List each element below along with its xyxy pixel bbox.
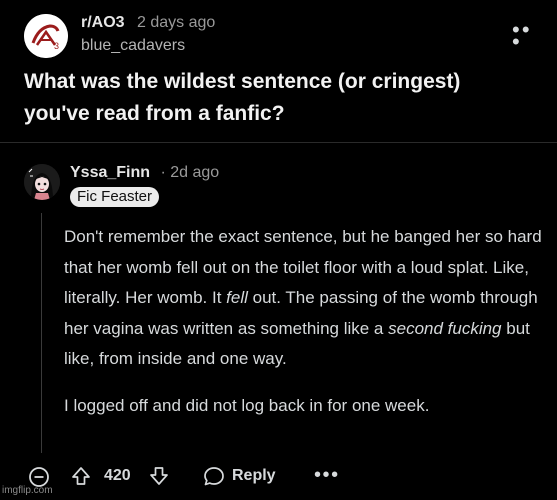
divider (0, 142, 557, 143)
post-header: 3 r/AO3 2 days ago blue_cadavers • • • (24, 12, 534, 58)
ellipsis-icon[interactable]: • • • (314, 464, 338, 487)
post-time: 2 days ago (137, 14, 216, 31)
subreddit-name[interactable]: r/AO3 (81, 14, 125, 31)
comment-emphasis: second fucking (388, 318, 502, 338)
comment-meta: Yssa_Finn · 2d ago (70, 164, 219, 182)
comment-paragraph: Don't remember the exact sentence, but h… (64, 222, 544, 375)
reply-icon[interactable] (202, 465, 226, 492)
upvote-icon[interactable] (70, 465, 92, 492)
subreddit-avatar[interactable]: 3 (24, 14, 68, 58)
comment-emphasis: fell (226, 288, 248, 307)
comment-separator: · (160, 164, 166, 181)
ellipsis-icon[interactable]: • • • (512, 19, 534, 53)
comment-time: 2d ago (170, 164, 220, 181)
user-flair: Fic Feaster (70, 187, 160, 207)
comment-username[interactable]: Yssa_Finn (70, 164, 150, 181)
comment-body: Don't remember the exact sentence, but h… (64, 222, 544, 421)
comment-paragraph: I logged off and did not log back in for… (64, 395, 430, 415)
post-title[interactable]: What was the wildest sentence (or cringe… (24, 66, 524, 130)
watermark: imgflip.com (2, 485, 53, 496)
reply-button[interactable]: Reply (232, 467, 276, 485)
comment-actions: 420 Reply • • • (28, 462, 538, 492)
vote-score: 420 (104, 467, 131, 484)
post-meta: r/AO3 2 days ago (81, 14, 215, 32)
downvote-icon[interactable] (148, 465, 170, 492)
post-author[interactable]: blue_cadavers (81, 37, 185, 55)
svg-text:3: 3 (54, 41, 59, 51)
comment-avatar[interactable] (24, 164, 60, 200)
thread-line[interactable] (41, 213, 42, 453)
